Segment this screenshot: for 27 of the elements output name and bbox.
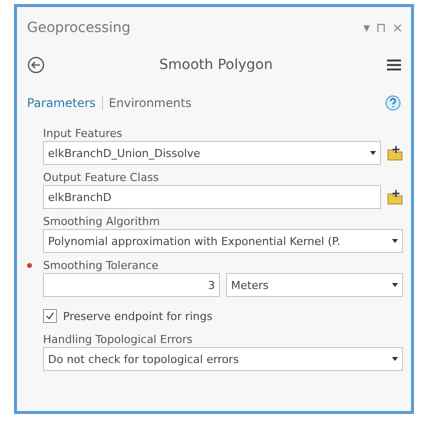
caret-icon[interactable]: [392, 357, 398, 361]
folder-add-icon[interactable]: [387, 145, 403, 161]
caret-icon[interactable]: [392, 283, 398, 287]
parameter-label: Input Features: [43, 127, 122, 140]
caret-icon[interactable]: [370, 151, 376, 155]
parameter-label: Output Feature Class: [43, 171, 159, 184]
back-icon[interactable]: [27, 56, 45, 74]
number-field[interactable]: 3: [43, 273, 220, 297]
checkbox-label: Preserve endpoint for rings: [63, 310, 212, 322]
menu-icon[interactable]: [386, 59, 401, 71]
unit-dropdown[interactable]: Meters: [226, 273, 403, 297]
pane-title: Geoprocessing: [27, 20, 130, 36]
help-icon[interactable]: [385, 95, 401, 111]
parameter-label: Handling Topological Errors: [43, 333, 193, 346]
dropdown-field[interactable]: Polynomial approximation with Exponential Kernel (P.: [43, 229, 403, 253]
parameter-label: Smoothing Algorithm: [43, 215, 160, 228]
tool-title: Smooth Polygon: [159, 57, 273, 73]
text-field[interactable]: elkBranchD: [43, 185, 381, 209]
tab[interactable]: Environments: [108, 96, 192, 110]
checkbox[interactable]: [43, 309, 57, 323]
dropdown-field[interactable]: Do not check for topological errors: [43, 347, 403, 371]
caret-icon[interactable]: [392, 239, 398, 243]
check-icon: [44, 310, 56, 322]
tab[interactable]: Parameters: [27, 96, 96, 110]
folder-add-icon[interactable]: [387, 189, 403, 205]
parameter-label: Smoothing Tolerance: [43, 259, 158, 272]
dropdown-field[interactable]: elkBranchD_Union_Dissolve: [43, 141, 381, 165]
